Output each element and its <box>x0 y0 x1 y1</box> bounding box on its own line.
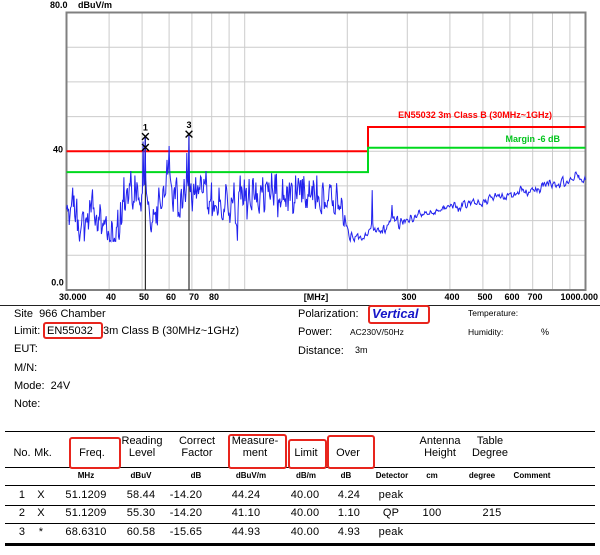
svg-text:70: 70 <box>189 292 199 302</box>
svg-text:3: 3 <box>186 120 191 130</box>
svg-text:[MHz]: [MHz] <box>304 292 329 302</box>
svg-text:Margin -6 dB: Margin -6 dB <box>505 134 560 144</box>
svg-text:600: 600 <box>504 292 519 302</box>
svg-text:0.0: 0.0 <box>51 278 64 288</box>
svg-text:400: 400 <box>444 292 459 302</box>
svg-text:40: 40 <box>53 145 63 155</box>
svg-text:80.0: 80.0 <box>50 0 68 10</box>
svg-text:dBuV/m: dBuV/m <box>78 0 112 10</box>
svg-text:EN55032 3m Class B (30MHz~1GHz: EN55032 3m Class B (30MHz~1GHz) <box>398 110 552 120</box>
svg-text:1: 1 <box>143 123 148 133</box>
svg-text:30.000: 30.000 <box>59 292 87 302</box>
svg-text:60: 60 <box>166 292 176 302</box>
svg-text:500: 500 <box>477 292 492 302</box>
svg-text:80: 80 <box>209 292 219 302</box>
svg-text:1000.000: 1000.000 <box>560 292 598 302</box>
svg-text:300: 300 <box>401 292 416 302</box>
svg-text:700: 700 <box>527 292 542 302</box>
svg-text:40: 40 <box>106 292 116 302</box>
svg-text:50: 50 <box>139 292 149 302</box>
